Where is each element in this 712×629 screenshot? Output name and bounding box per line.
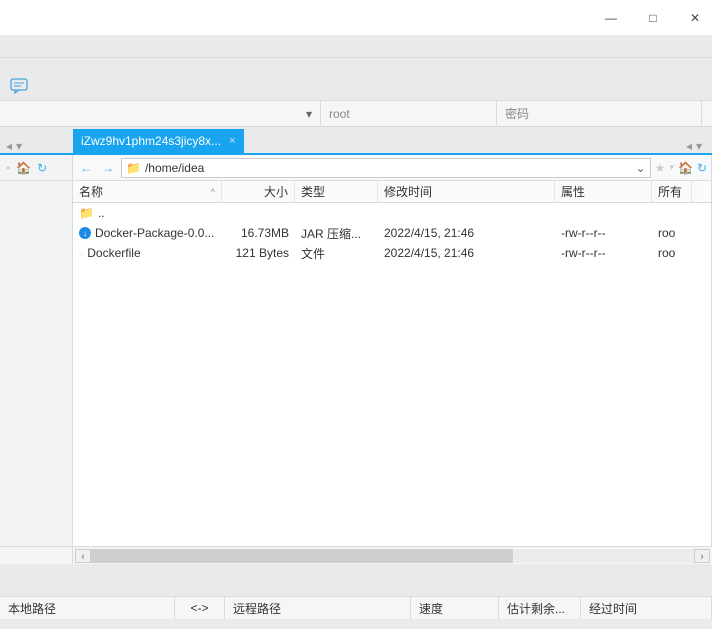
remote-tab-nav: ◂ ▾ [676,139,712,153]
cell-type: JAR 压缩... [295,225,378,242]
main-split: • 🏠 ↻ ← → 📁 /home/idea ⌄ ★ ▾ 🏠 ↻ 名称 大小 类… [0,153,712,546]
file-icon: ▫ [79,246,83,260]
cell-attr: -rw-r--r-- [555,246,652,260]
status-col-remote[interactable]: 远程路径 [225,597,411,619]
remote-nav-back-icon[interactable]: ◂ [686,139,692,153]
toolbar-blank-area [0,35,712,58]
cell-owner: roo [652,246,692,260]
status-col-eta[interactable]: 估计剩余... [499,597,581,619]
status-col-speed[interactable]: 速度 [411,597,499,619]
jar-icon: ↓ [79,227,91,239]
local-home-icon[interactable]: 🏠 [16,161,31,175]
path-dropdown-icon[interactable]: ⌄ [636,161,646,175]
local-menu-icon[interactable]: • [6,161,10,175]
file-row[interactable]: ▫ Dockerfile 121 Bytes文件2022/4/15, 21:46-r… [73,243,711,263]
cell-modified: 2022/4/15, 21:46 [378,226,555,240]
cell-modified: 2022/4/15, 21:46 [378,246,555,260]
address-toolbar: ← → 📁 /home/idea ⌄ ★ ▾ 🏠 ↻ [73,155,711,181]
bookmark-star-icon[interactable]: ★ [655,161,666,175]
transfer-queue-area [0,564,712,596]
session-tab-label: iZwz9hv1phm24s3jicy8x... [81,134,221,148]
cell-owner: roo [652,226,692,240]
col-owner-header[interactable]: 所有 [652,181,692,202]
folder-icon: 📁 [126,161,141,175]
remote-refresh-icon[interactable]: ↻ [697,161,707,175]
file-grid: 名称 大小 类型 修改时间 属性 所有 📁.. ↓ Docker-Package-0… [73,181,711,546]
path-text: /home/idea [145,161,632,175]
col-modified-header[interactable]: 修改时间 [378,181,555,202]
hscroll-row: ‹ › [0,546,712,564]
status-col-elapsed[interactable]: 经过时间 [581,597,712,619]
session-tab-bar: ◂ ▾ iZwz9hv1phm24s3jicy8x... × ◂ ▾ [0,127,712,153]
local-nav-back-icon[interactable]: ◂ [6,139,12,153]
remote-panel: ← → 📁 /home/idea ⌄ ★ ▾ 🏠 ↻ 名称 大小 类型 修改时间… [73,155,712,546]
status-col-direction[interactable]: <-> [175,597,225,619]
file-row[interactable]: 📁.. [73,203,711,223]
remote-home-icon[interactable]: 🏠 [678,161,693,175]
host-field[interactable]: ▾ [0,101,321,126]
username-placeholder: root [329,107,350,121]
local-nav-menu-icon[interactable]: ▾ [16,139,22,153]
log-icon[interactable] [10,78,28,97]
cell-name: 📁.. [73,206,222,220]
hscroll-track[interactable] [91,549,694,563]
password-field[interactable]: 密码 [497,101,702,126]
path-input[interactable]: 📁 /home/idea ⌄ [121,158,651,178]
cell-size: 121 Bytes [222,246,295,260]
local-panel-strip: • 🏠 ↻ [0,155,73,546]
username-field[interactable]: root [321,101,497,126]
cell-type: 文件 [295,245,378,262]
session-tab-active[interactable]: iZwz9hv1phm24s3jicy8x... × [73,129,244,153]
file-name: Dockerfile [87,246,140,260]
bookmark-dropdown-icon[interactable]: ▾ [669,162,674,173]
cell-name: ▫ Dockerfile [73,246,222,260]
hscroll-left-button[interactable]: ‹ [75,549,91,563]
grid-header: 名称 大小 类型 修改时间 属性 所有 [73,181,711,203]
col-size-header[interactable]: 大小 [222,181,295,202]
status-header-row: 本地路径 <-> 远程路径 速度 估计剩余... 经过时间 [0,596,712,619]
cell-name: ↓ Docker-Package-0.0... [73,226,222,240]
file-name: Docker-Package-0.0... [95,226,214,240]
remote-nav-menu-icon[interactable]: ▾ [696,139,702,153]
status-col-local[interactable]: 本地路径 [0,597,175,619]
local-tab-nav: ◂ ▾ [0,139,73,153]
file-row[interactable]: ↓ Docker-Package-0.0... 16.73MBJAR 压缩...20… [73,223,711,243]
nav-back-button[interactable]: ← [77,159,95,177]
cell-size: 16.73MB [222,226,295,240]
col-type-header[interactable]: 类型 [295,181,378,202]
folder-up-icon: 📁 [79,206,94,220]
hscroll-thumb[interactable] [91,549,513,563]
window-maximize-button[interactable]: □ [644,9,662,27]
col-attr-header[interactable]: 属性 [555,181,652,202]
hscroll-right-button[interactable]: › [694,549,710,563]
file-name: .. [98,206,105,220]
cell-attr: -rw-r--r-- [555,226,652,240]
col-name-header[interactable]: 名称 [73,181,222,202]
window-titlebar: — □ ✕ [0,0,712,35]
local-refresh-icon[interactable]: ↻ [37,161,47,175]
window-minimize-button[interactable]: — [602,9,620,27]
connection-bar: ▾ root 密码 [0,100,712,127]
host-dropdown-icon[interactable]: ▾ [306,107,312,121]
session-tab-close-icon[interactable]: × [229,135,235,147]
local-toolbar: • 🏠 ↻ [0,155,72,181]
password-placeholder: 密码 [505,105,529,122]
hscroll-left-spacer [0,547,73,564]
grid-body: 📁.. ↓ Docker-Package-0.0... 16.73MBJAR 压缩..… [73,203,711,546]
window-close-button[interactable]: ✕ [686,9,704,27]
nav-forward-button[interactable]: → [99,159,117,177]
hscroll-bar[interactable]: ‹ › [73,547,712,564]
